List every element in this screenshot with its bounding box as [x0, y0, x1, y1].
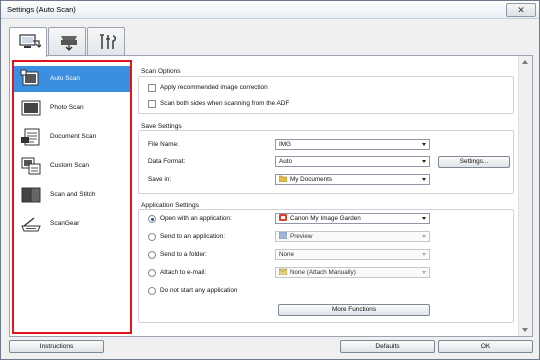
- save-in-label: Save in:: [148, 176, 172, 183]
- sidebar-item-document-scan[interactable]: Document Scan: [14, 124, 130, 150]
- send-to-folder-select[interactable]: None: [275, 249, 430, 260]
- defaults-button[interactable]: Defaults: [340, 340, 435, 353]
- sidebar-item-label: Custom Scan: [50, 162, 90, 169]
- application-settings-heading: Application Settings: [141, 202, 199, 209]
- custom-scan-icon: [21, 157, 41, 175]
- sidebar-item-label: Scan and Stitch: [50, 191, 96, 198]
- settings-window: Settings (Auto Scan) ✕ Auto Scan Photo S…: [0, 0, 540, 360]
- sidebar-item-photo-scan[interactable]: Photo Scan: [14, 95, 130, 121]
- send-to-folder-value: None: [279, 251, 295, 258]
- send-to-app-label: Send to an application:: [160, 233, 226, 240]
- instructions-button[interactable]: Instructions: [9, 340, 104, 353]
- send-to-app-radio[interactable]: [148, 233, 156, 241]
- scroll-up-icon[interactable]: [522, 60, 528, 64]
- scan-options-heading: Scan Options: [141, 68, 181, 75]
- sidebar-item-label: ScanGear: [50, 220, 80, 227]
- scroll-down-icon[interactable]: [522, 328, 528, 332]
- scan-from-computer-icon: [19, 34, 41, 48]
- open-with-app-radio[interactable]: [148, 215, 156, 223]
- scangear-icon: [21, 217, 41, 232]
- send-to-app-select[interactable]: Preview: [275, 231, 430, 242]
- preview-icon: [279, 232, 287, 239]
- open-with-app-select[interactable]: Canon My Image Garden: [275, 213, 430, 224]
- ok-button[interactable]: OK: [438, 340, 533, 353]
- apply-correction-label: Apply recommended image correction: [160, 84, 268, 91]
- scan-options-group: [138, 76, 514, 114]
- chevron-down-icon: [422, 143, 426, 146]
- file-name-label: File Name:: [148, 141, 179, 148]
- format-settings-button[interactable]: Settings...: [438, 156, 510, 168]
- chevron-down-icon: [422, 235, 426, 238]
- sidebar-item-custom-scan[interactable]: Custom Scan: [14, 153, 130, 179]
- do-not-start-radio[interactable]: [148, 287, 156, 295]
- sidebar-item-label: Photo Scan: [50, 104, 84, 111]
- auto-scan-icon: [20, 69, 39, 86]
- chevron-down-icon: [422, 253, 426, 256]
- attach-email-value: None (Attach Manually): [290, 269, 356, 276]
- folder-icon: [279, 175, 287, 182]
- sidebar-item-auto-scan[interactable]: Auto Scan: [14, 66, 130, 92]
- save-in-select[interactable]: My Documents: [275, 174, 430, 185]
- sidebar-item-label: Auto Scan: [50, 75, 80, 82]
- do-not-start-label: Do not start any application: [160, 287, 238, 294]
- open-with-app-label: Open with an application:: [160, 215, 232, 222]
- open-with-app-value: Canon My Image Garden: [290, 215, 361, 222]
- send-to-folder-label: Send to a folder:: [160, 251, 207, 258]
- apply-correction-checkbox[interactable]: [148, 84, 156, 92]
- data-format-value: Auto: [279, 158, 292, 165]
- file-name-value: IMG: [279, 141, 291, 148]
- vertical-scrollbar[interactable]: [518, 56, 532, 336]
- document-scan-icon: [21, 128, 40, 146]
- window-title: Settings (Auto Scan): [7, 5, 76, 14]
- email-icon: [279, 268, 287, 275]
- scan-both-sides-checkbox[interactable]: [148, 100, 156, 108]
- settings-panel: Auto Scan Photo Scan Document Scan Custo…: [9, 55, 533, 337]
- scan-both-sides-label: Scan both sides when scanning from the A…: [160, 100, 290, 107]
- attach-email-radio[interactable]: [148, 269, 156, 277]
- title-bar: Settings (Auto Scan) ✕: [1, 1, 539, 19]
- attach-email-select[interactable]: None (Attach Manually): [275, 267, 430, 278]
- scan-from-panel-icon: [61, 36, 77, 51]
- send-to-folder-radio[interactable]: [148, 251, 156, 259]
- attach-email-label: Attach to e-mail:: [160, 269, 207, 276]
- send-to-app-value: Preview: [290, 233, 313, 240]
- photo-scan-icon: [21, 100, 41, 116]
- tab-scan-from-panel[interactable]: [48, 27, 86, 55]
- sidebar-item-scangear[interactable]: ScanGear: [14, 211, 130, 237]
- file-name-combo[interactable]: IMG: [275, 139, 430, 150]
- sidebar-item-scan-and-stitch[interactable]: Scan and Stitch: [14, 182, 130, 208]
- tab-scan-from-computer[interactable]: [9, 27, 47, 57]
- chevron-down-icon: [422, 160, 426, 163]
- image-garden-icon: [279, 214, 287, 221]
- chevron-down-icon: [422, 271, 426, 274]
- data-format-select[interactable]: Auto: [275, 156, 430, 167]
- more-functions-button[interactable]: More Functions: [278, 304, 430, 316]
- general-settings-icon: [100, 34, 117, 49]
- scan-and-stitch-icon: [21, 187, 41, 203]
- save-settings-heading: Save Settings: [141, 123, 182, 130]
- scan-type-list: Auto Scan Photo Scan Document Scan Custo…: [12, 60, 132, 334]
- chevron-down-icon: [422, 178, 426, 181]
- data-format-label: Data Format:: [148, 158, 186, 165]
- chevron-down-icon: [422, 217, 426, 220]
- close-button[interactable]: ✕: [506, 3, 536, 17]
- sidebar-item-label: Document Scan: [50, 133, 97, 140]
- tab-general-settings[interactable]: [87, 27, 125, 55]
- save-in-value: My Documents: [290, 176, 332, 183]
